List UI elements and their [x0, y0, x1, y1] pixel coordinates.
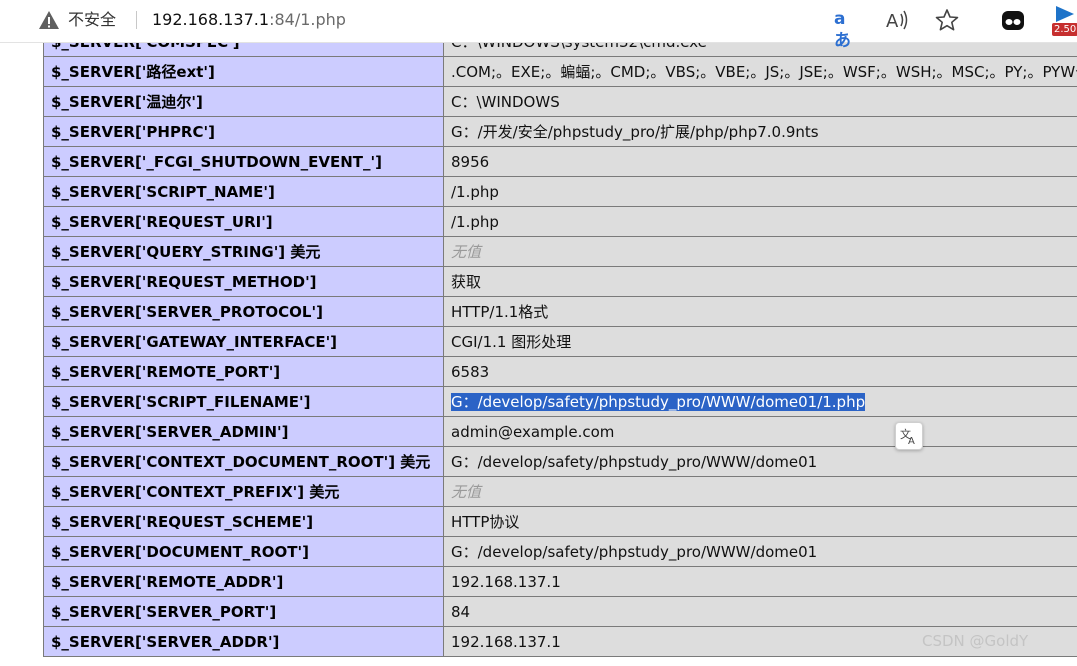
- value-text: HTTP/1.1格式: [451, 303, 548, 321]
- server-var-key: $_SERVER['SERVER_ADDR']: [44, 627, 444, 657]
- phpinfo-server-table-container: $_SERVER['COMSPEC']C：\WINDOWS\system32\c…: [43, 26, 1077, 666]
- server-var-value: 6583: [444, 357, 1077, 387]
- value-text: 192.168.137.1: [451, 633, 561, 651]
- table-row: $_SERVER['路径ext'] .COM;。EXE;。蝙蝠;。CMD;。VBS…: [44, 57, 1077, 87]
- extension-icon[interactable]: [1000, 8, 1026, 32]
- server-var-value: 8956: [444, 147, 1077, 177]
- value-text: G：/开发/安全/phpstudy_pro/扩展/php/php7.0.9nts: [451, 123, 819, 141]
- server-var-key: $_SERVER['SERVER_PROTOCOL']: [44, 297, 444, 327]
- value-text: HTTP协议: [451, 513, 519, 531]
- server-var-key: $_SERVER['DOCUMENT_ROOT']: [44, 537, 444, 567]
- value-text: 6583: [451, 363, 489, 381]
- media-icon[interactable]: 2.50: [1052, 4, 1077, 42]
- server-var-value: 获取: [444, 267, 1077, 297]
- server-var-key: $_SERVER['REMOTE_ADDR']: [44, 567, 444, 597]
- table-row: $_SERVER['REQUEST_URI'] /1.php: [44, 207, 1077, 237]
- server-var-value: /1.php: [444, 177, 1077, 207]
- server-var-key: $_SERVER['SERVER_ADMIN']: [44, 417, 444, 447]
- value-text: C：\WINDOWS: [451, 93, 560, 111]
- table-row: $_SERVER['REMOTE_ADDR'] 192.168.137.1: [44, 567, 1077, 597]
- url-field[interactable]: 192.168.137.1:84/1.php: [152, 9, 346, 31]
- table-row: $_SERVER['SCRIPT_NAME'] /1.php: [44, 177, 1077, 207]
- table-row: $_SERVER['REMOTE_PORT'] 6583: [44, 357, 1077, 387]
- table-row: $_SERVER['SERVER_PORT'] 84: [44, 597, 1077, 627]
- server-var-key: $_SERVER['REQUEST_METHOD']: [44, 267, 444, 297]
- server-var-value: 84: [444, 597, 1077, 627]
- table-row: $_SERVER['GATEWAY_INTERFACE'] CGI/1.1 图形处…: [44, 327, 1077, 357]
- server-var-value: /1.php: [444, 207, 1077, 237]
- value-text: 84: [451, 603, 470, 621]
- table-row: $_SERVER['REQUEST_SCHEME'] HTTP协议: [44, 507, 1077, 537]
- watermark: CSDN @GoldY: [922, 632, 1028, 650]
- server-var-key: $_SERVER['SERVER_PORT']: [44, 597, 444, 627]
- value-text: /1.php: [451, 213, 499, 231]
- url-host: 192.168.137.1: [152, 10, 269, 29]
- warning-icon[interactable]: [38, 9, 60, 31]
- server-var-value: G：/develop/safety/phpstudy_pro/WWW/dome0…: [444, 387, 1077, 417]
- security-label[interactable]: 不安全: [68, 9, 116, 31]
- server-var-key: $_SERVER['REMOTE_PORT']: [44, 357, 444, 387]
- server-var-key: $_SERVER['CONTEXT_DOCUMENT_ROOT'] 美元: [44, 447, 444, 477]
- value-text: 8956: [451, 153, 489, 171]
- table-row: $_SERVER['REQUEST_METHOD'] 获取: [44, 267, 1077, 297]
- svg-text:A: A: [886, 11, 899, 32]
- translate-icon: 文 A: [899, 426, 919, 446]
- server-var-key: $_SERVER['SCRIPT_FILENAME']: [44, 387, 444, 417]
- table-row: $_SERVER['SCRIPT_FILENAME'] G：/develop/sa…: [44, 387, 1077, 417]
- media-badge: 2.50: [1052, 23, 1077, 36]
- url-path: :84/1.php: [269, 10, 346, 29]
- server-var-key: $_SERVER['PHPRC']: [44, 117, 444, 147]
- svg-text:A: A: [908, 436, 915, 446]
- value-text: /1.php: [451, 183, 499, 201]
- selected-text: G：/develop/safety/phpstudy_pro/WWW/dome0…: [451, 393, 865, 411]
- server-var-key: $_SERVER['_FCGI_SHUTDOWN_EVENT_']: [44, 147, 444, 177]
- value-text: G：/develop/safety/phpstudy_pro/WWW/dome0…: [451, 543, 817, 561]
- server-var-key: $_SERVER['温迪尔']: [44, 87, 444, 117]
- value-text: 获取: [451, 273, 481, 291]
- server-var-value: 无值: [444, 477, 1077, 507]
- server-var-value: C：\WINDOWS: [444, 87, 1077, 117]
- table-row: $_SERVER['PHPRC'] G：/开发/安全/phpstudy_pro/扩…: [44, 117, 1077, 147]
- address-separator: [136, 11, 137, 29]
- server-var-value: .COM;。EXE;。蝙蝠;。CMD;。VBS;。VBE;。JS;。JSE;。W…: [444, 57, 1077, 87]
- server-var-key: $_SERVER['QUERY_STRING'] 美元: [44, 237, 444, 267]
- server-var-value: 192.168.137.1: [444, 567, 1077, 597]
- address-bar: 不安全 192.168.137.1:84/1.php aあ A 2.50: [0, 0, 1077, 43]
- server-var-key: $_SERVER['CONTEXT_PREFIX'] 美元: [44, 477, 444, 507]
- server-var-value: G：/开发/安全/phpstudy_pro/扩展/php/php7.0.9nts: [444, 117, 1077, 147]
- server-var-key: $_SERVER['REQUEST_URI']: [44, 207, 444, 237]
- server-var-value: HTTP/1.1格式: [444, 297, 1077, 327]
- server-var-key: $_SERVER['REQUEST_SCHEME']: [44, 507, 444, 537]
- value-text: 无值: [451, 243, 481, 261]
- table-row: $_SERVER['CONTEXT_DOCUMENT_ROOT'] 美元 G：/d…: [44, 447, 1077, 477]
- translate-icon[interactable]: aあ: [834, 8, 860, 32]
- server-var-key: $_SERVER['SCRIPT_NAME']: [44, 177, 444, 207]
- value-text: .COM;。EXE;。蝙蝠;。CMD;。VBS;。VBE;。JS;。JSE;。W…: [451, 63, 1077, 81]
- server-var-value: HTTP协议: [444, 507, 1077, 537]
- server-var-key: $_SERVER['GATEWAY_INTERFACE']: [44, 327, 444, 357]
- translate-selection-button[interactable]: 文 A: [895, 422, 923, 450]
- value-text: 192.168.137.1: [451, 573, 561, 591]
- table-row: $_SERVER['QUERY_STRING'] 美元无值: [44, 237, 1077, 267]
- table-row: $_SERVER['CONTEXT_PREFIX'] 美元无值: [44, 477, 1077, 507]
- server-var-key: $_SERVER['路径ext']: [44, 57, 444, 87]
- table-row: $_SERVER['SERVER_PROTOCOL'] HTTP/1.1格式: [44, 297, 1077, 327]
- table-row: $_SERVER['_FCGI_SHUTDOWN_EVENT_'] 8956: [44, 147, 1077, 177]
- server-var-value: CGI/1.1 图形处理: [444, 327, 1077, 357]
- value-text: admin@example.com: [451, 423, 614, 441]
- server-var-value: G：/develop/safety/phpstudy_pro/WWW/dome0…: [444, 447, 1077, 477]
- server-var-value: admin@example.com: [444, 417, 1077, 447]
- favorite-star-icon[interactable]: [934, 8, 960, 32]
- table-row: $_SERVER['DOCUMENT_ROOT'] G：/develop/safe…: [44, 537, 1077, 567]
- server-var-value: G：/develop/safety/phpstudy_pro/WWW/dome0…: [444, 537, 1077, 567]
- server-var-value: 无值: [444, 237, 1077, 267]
- value-text: G：/develop/safety/phpstudy_pro/WWW/dome0…: [451, 453, 817, 471]
- read-aloud-icon[interactable]: A: [884, 8, 910, 32]
- server-variables-table: $_SERVER['COMSPEC']C：\WINDOWS\system32\c…: [43, 26, 1077, 657]
- value-text: CGI/1.1 图形处理: [451, 333, 571, 351]
- table-row: $_SERVER['温迪尔'] C：\WINDOWS: [44, 87, 1077, 117]
- value-text: 无值: [451, 483, 481, 501]
